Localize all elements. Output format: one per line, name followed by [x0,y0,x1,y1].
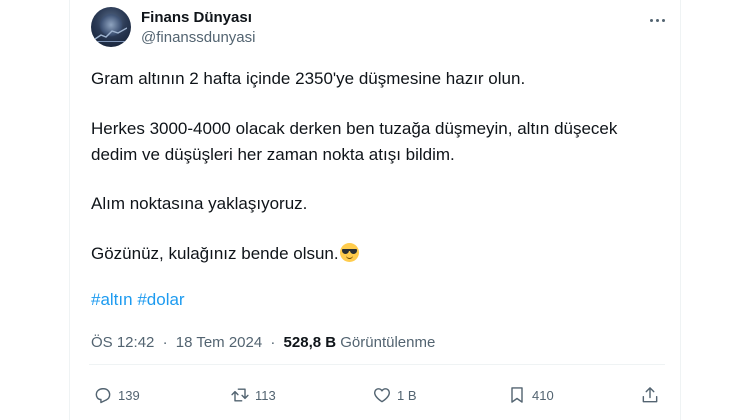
share-icon [642,387,658,403]
tweet-text-line: Herkes 3000-4000 olacak derken ben tuzağ… [91,119,618,138]
avatar[interactable] [91,7,131,47]
meta-separator: · [162,334,168,351]
views-label: Görüntülenme [340,334,436,351]
tweet-text-line: Gözünüz, kulağınız bende olsun. [91,244,339,263]
heart-icon [374,388,390,403]
hashtags: #altın #dolar [91,290,185,310]
more-options-button[interactable] [646,10,668,30]
tweet-text-line: Alım noktasına yaklaşıyoruz. [91,194,308,213]
tweet-time[interactable]: ÖS 12:42 [91,334,154,351]
tweet-text-line: dedim ve düşüşleri her zaman nokta atışı… [91,145,455,164]
retweet-icon [231,388,249,402]
divider [89,364,665,365]
bookmark-count: 410 [532,387,554,403]
bookmark-icon [511,387,523,403]
avatar-chart-icon [95,27,127,42]
tweet-meta: ÖS 12:42 · 18 Tem 2024 · 528,8 B Görüntü… [91,334,435,351]
sunglasses-face-emoji-icon [339,243,359,262]
reply-icon [95,388,111,404]
hashtag-link[interactable]: #dolar [137,290,184,309]
reply-count: 139 [118,387,140,403]
tweet-date[interactable]: 18 Tem 2024 [176,334,262,351]
views-count: 528,8 B [283,334,337,351]
tweet-text-last-line: Gözünüz, kulağınız bende olsun. [91,242,651,266]
meta-separator: · [270,334,276,351]
reply-button[interactable]: 139 [93,384,140,406]
more-dot-icon [655,18,659,22]
more-dot-icon [661,18,665,22]
share-button[interactable] [640,384,660,406]
retweet-count: 113 [255,387,276,403]
author-display-name[interactable]: Finans Dünyası [141,9,252,26]
more-dot-icon [649,18,653,22]
bookmark-button[interactable]: 410 [507,384,554,406]
like-button[interactable]: 1 B [372,384,417,406]
like-count: 1 B [397,387,417,403]
retweet-button[interactable]: 113 [230,384,276,406]
hashtag-link[interactable]: #altın [91,290,133,309]
author-handle[interactable]: @finanssdunyasi [141,29,255,46]
tweet-text-line: Gram altının 2 hafta içinde 2350'ye düşm… [91,69,526,88]
